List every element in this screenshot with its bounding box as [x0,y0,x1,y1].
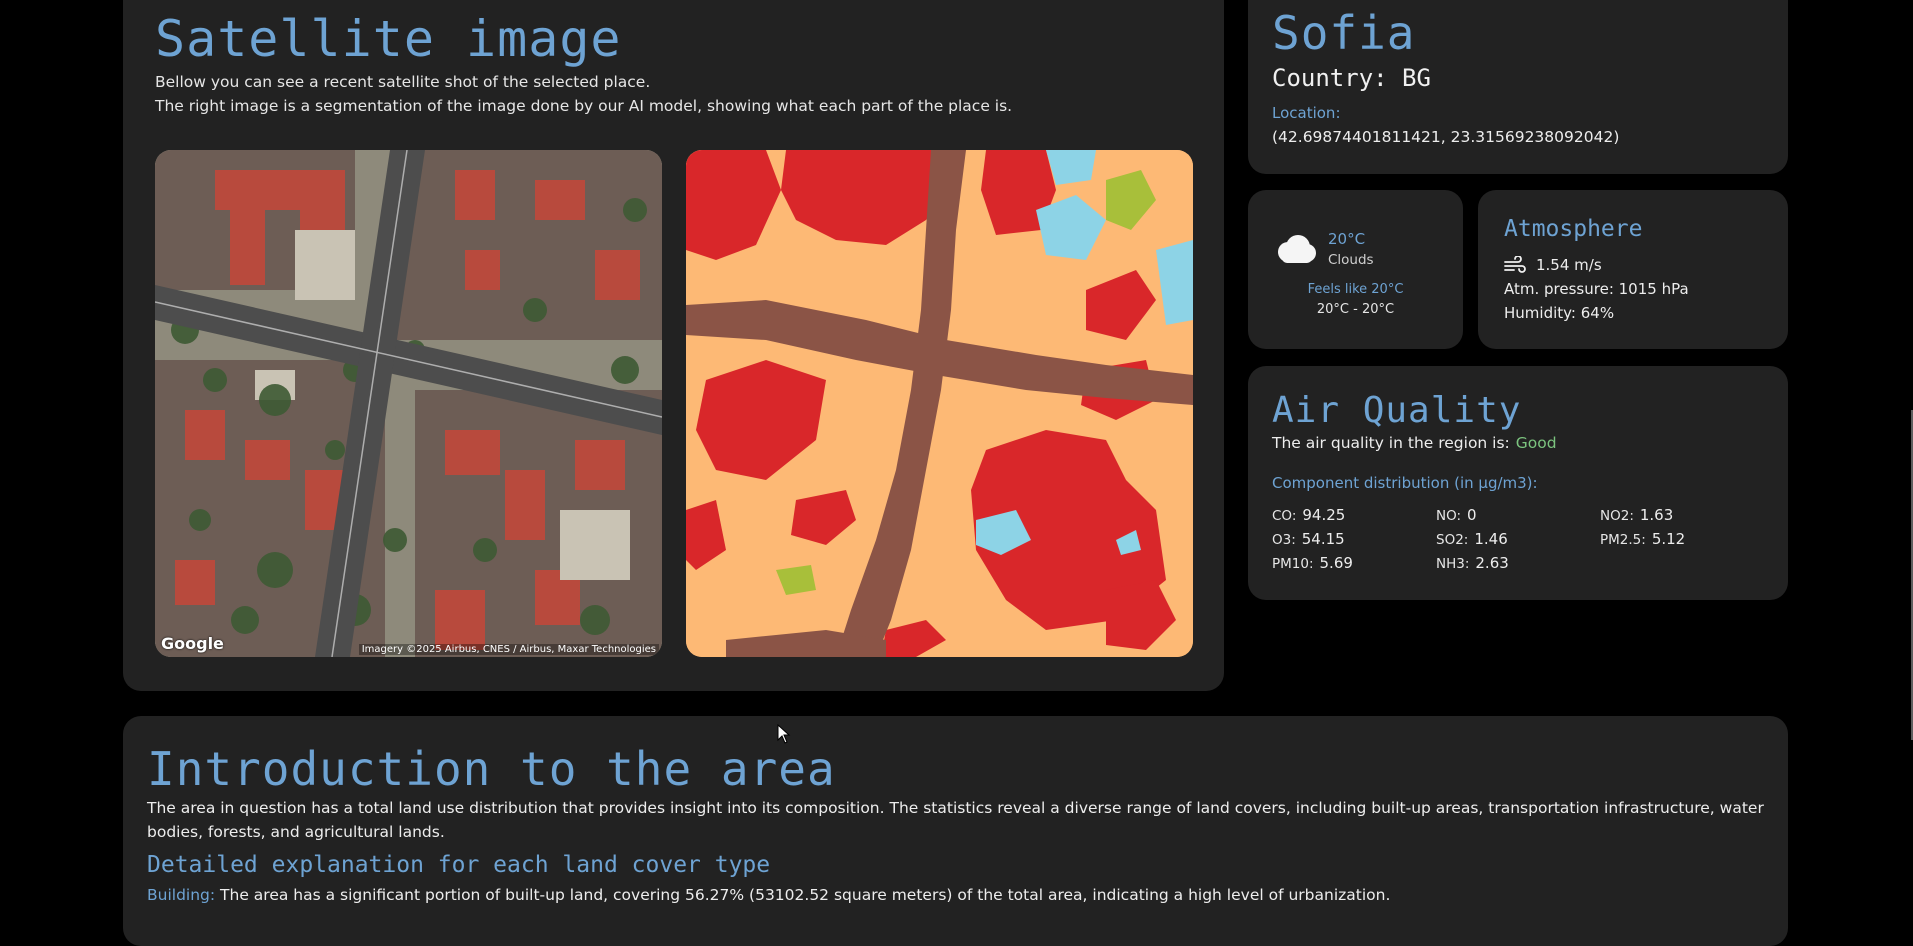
detailed-explanation-title: Detailed explanation for each land cover… [147,852,771,878]
component-value: 5.69 [1319,554,1353,572]
humidity: Humidity: 64% [1504,304,1615,322]
weather-condition: Clouds [1328,252,1374,268]
building-text: The area has a significant portion of bu… [215,886,1391,904]
city-name: Sofia [1272,6,1416,60]
temperature-range: 20°C - 20°C [1316,302,1395,317]
component-nh3: NH3: 2.63 [1436,554,1509,572]
satellite-desc-line1: Bellow you can see a recent satellite sh… [155,73,651,91]
component-pm25: PM2.5: 5.12 [1600,530,1685,548]
introduction-title: Introduction to the area [147,742,836,796]
wind-icon [1504,256,1526,273]
satellite-title: Satellite image [155,10,622,68]
air-quality-card: Air Quality The air quality in the regio… [1248,366,1788,600]
introduction-card: Introduction to the area The area in que… [123,716,1788,946]
city-card: Sofia Country: BG Location: (42.69874401… [1248,0,1788,174]
component-no2: NO2: 1.63 [1600,506,1673,524]
component-value: 0 [1467,506,1477,524]
pressure: Atm. pressure: 1015 hPa [1504,280,1689,298]
wind-speed: 1.54 m/s [1536,256,1602,274]
atmosphere-card: Atmosphere 1.54 m/s Atm. pressure: 1015 … [1478,190,1788,349]
component-value: 1.46 [1474,530,1508,548]
segmentation-map [686,150,1193,657]
building-label: Building: [147,886,216,904]
component-value: 1.63 [1639,506,1674,524]
satellite-photo-image [155,150,662,657]
air-quality-value: Good [1515,434,1557,452]
satellite-description: Bellow you can see a recent satellite sh… [155,70,1012,118]
google-logo: Google [161,634,224,653]
component-key: NO: [1436,508,1462,524]
location-label: Location: [1272,104,1341,122]
component-key: SO2: [1436,532,1469,548]
air-quality-summary: The air quality in the region is: Good [1272,434,1557,452]
building-explanation: Building: The area has a significant por… [147,886,1390,904]
component-value: 54.15 [1301,530,1345,548]
imagery-attribution: Imagery ©2025 Airbus, CNES / Airbus, Max… [358,644,659,655]
component-so2: SO2: 1.46 [1436,530,1508,548]
component-key: O3: [1272,532,1296,548]
segmentation-map-image [686,150,1193,657]
introduction-text: The area in question has a total land us… [147,799,1764,841]
temperature: 20°C [1328,230,1366,248]
component-o3: O3: 54.15 [1272,530,1345,548]
component-value: 5.12 [1651,530,1686,548]
feels-like: Feels like 20°C [1307,282,1404,297]
air-quality-label: The air quality in the region is: [1272,434,1510,452]
location-value: (42.69874401811421, 23.31569238092042) [1272,128,1620,146]
component-key: PM2.5: [1600,532,1646,548]
component-no: NO: 0 [1436,506,1477,524]
cloud-icon [1278,235,1316,263]
component-key: PM10: [1272,556,1314,572]
atmosphere-title: Atmosphere [1504,216,1643,242]
country-label: Country: BG [1272,64,1431,92]
satellite-desc-line2: The right image is a segmentation of the… [155,97,1013,115]
component-key: CO: [1272,508,1297,524]
weather-card: 20°C Clouds Feels like 20°C 20°C - 20°C [1248,190,1463,349]
satellite-photo: Google Imagery ©2025 Airbus, CNES / Airb… [155,150,662,657]
component-distribution-label: Component distribution (in μg/m3): [1272,474,1538,492]
mouse-cursor-icon [777,724,791,744]
component-co: CO: 94.25 [1272,506,1345,524]
component-key: NO2: [1600,508,1634,524]
component-value: 94.25 [1302,506,1346,524]
air-quality-title: Air Quality [1272,390,1522,431]
component-key: NH3: [1436,556,1470,572]
satellite-card: Satellite image Bellow you can see a rec… [123,0,1224,691]
component-value: 2.63 [1475,554,1509,572]
component-pm10: PM10: 5.69 [1272,554,1353,572]
